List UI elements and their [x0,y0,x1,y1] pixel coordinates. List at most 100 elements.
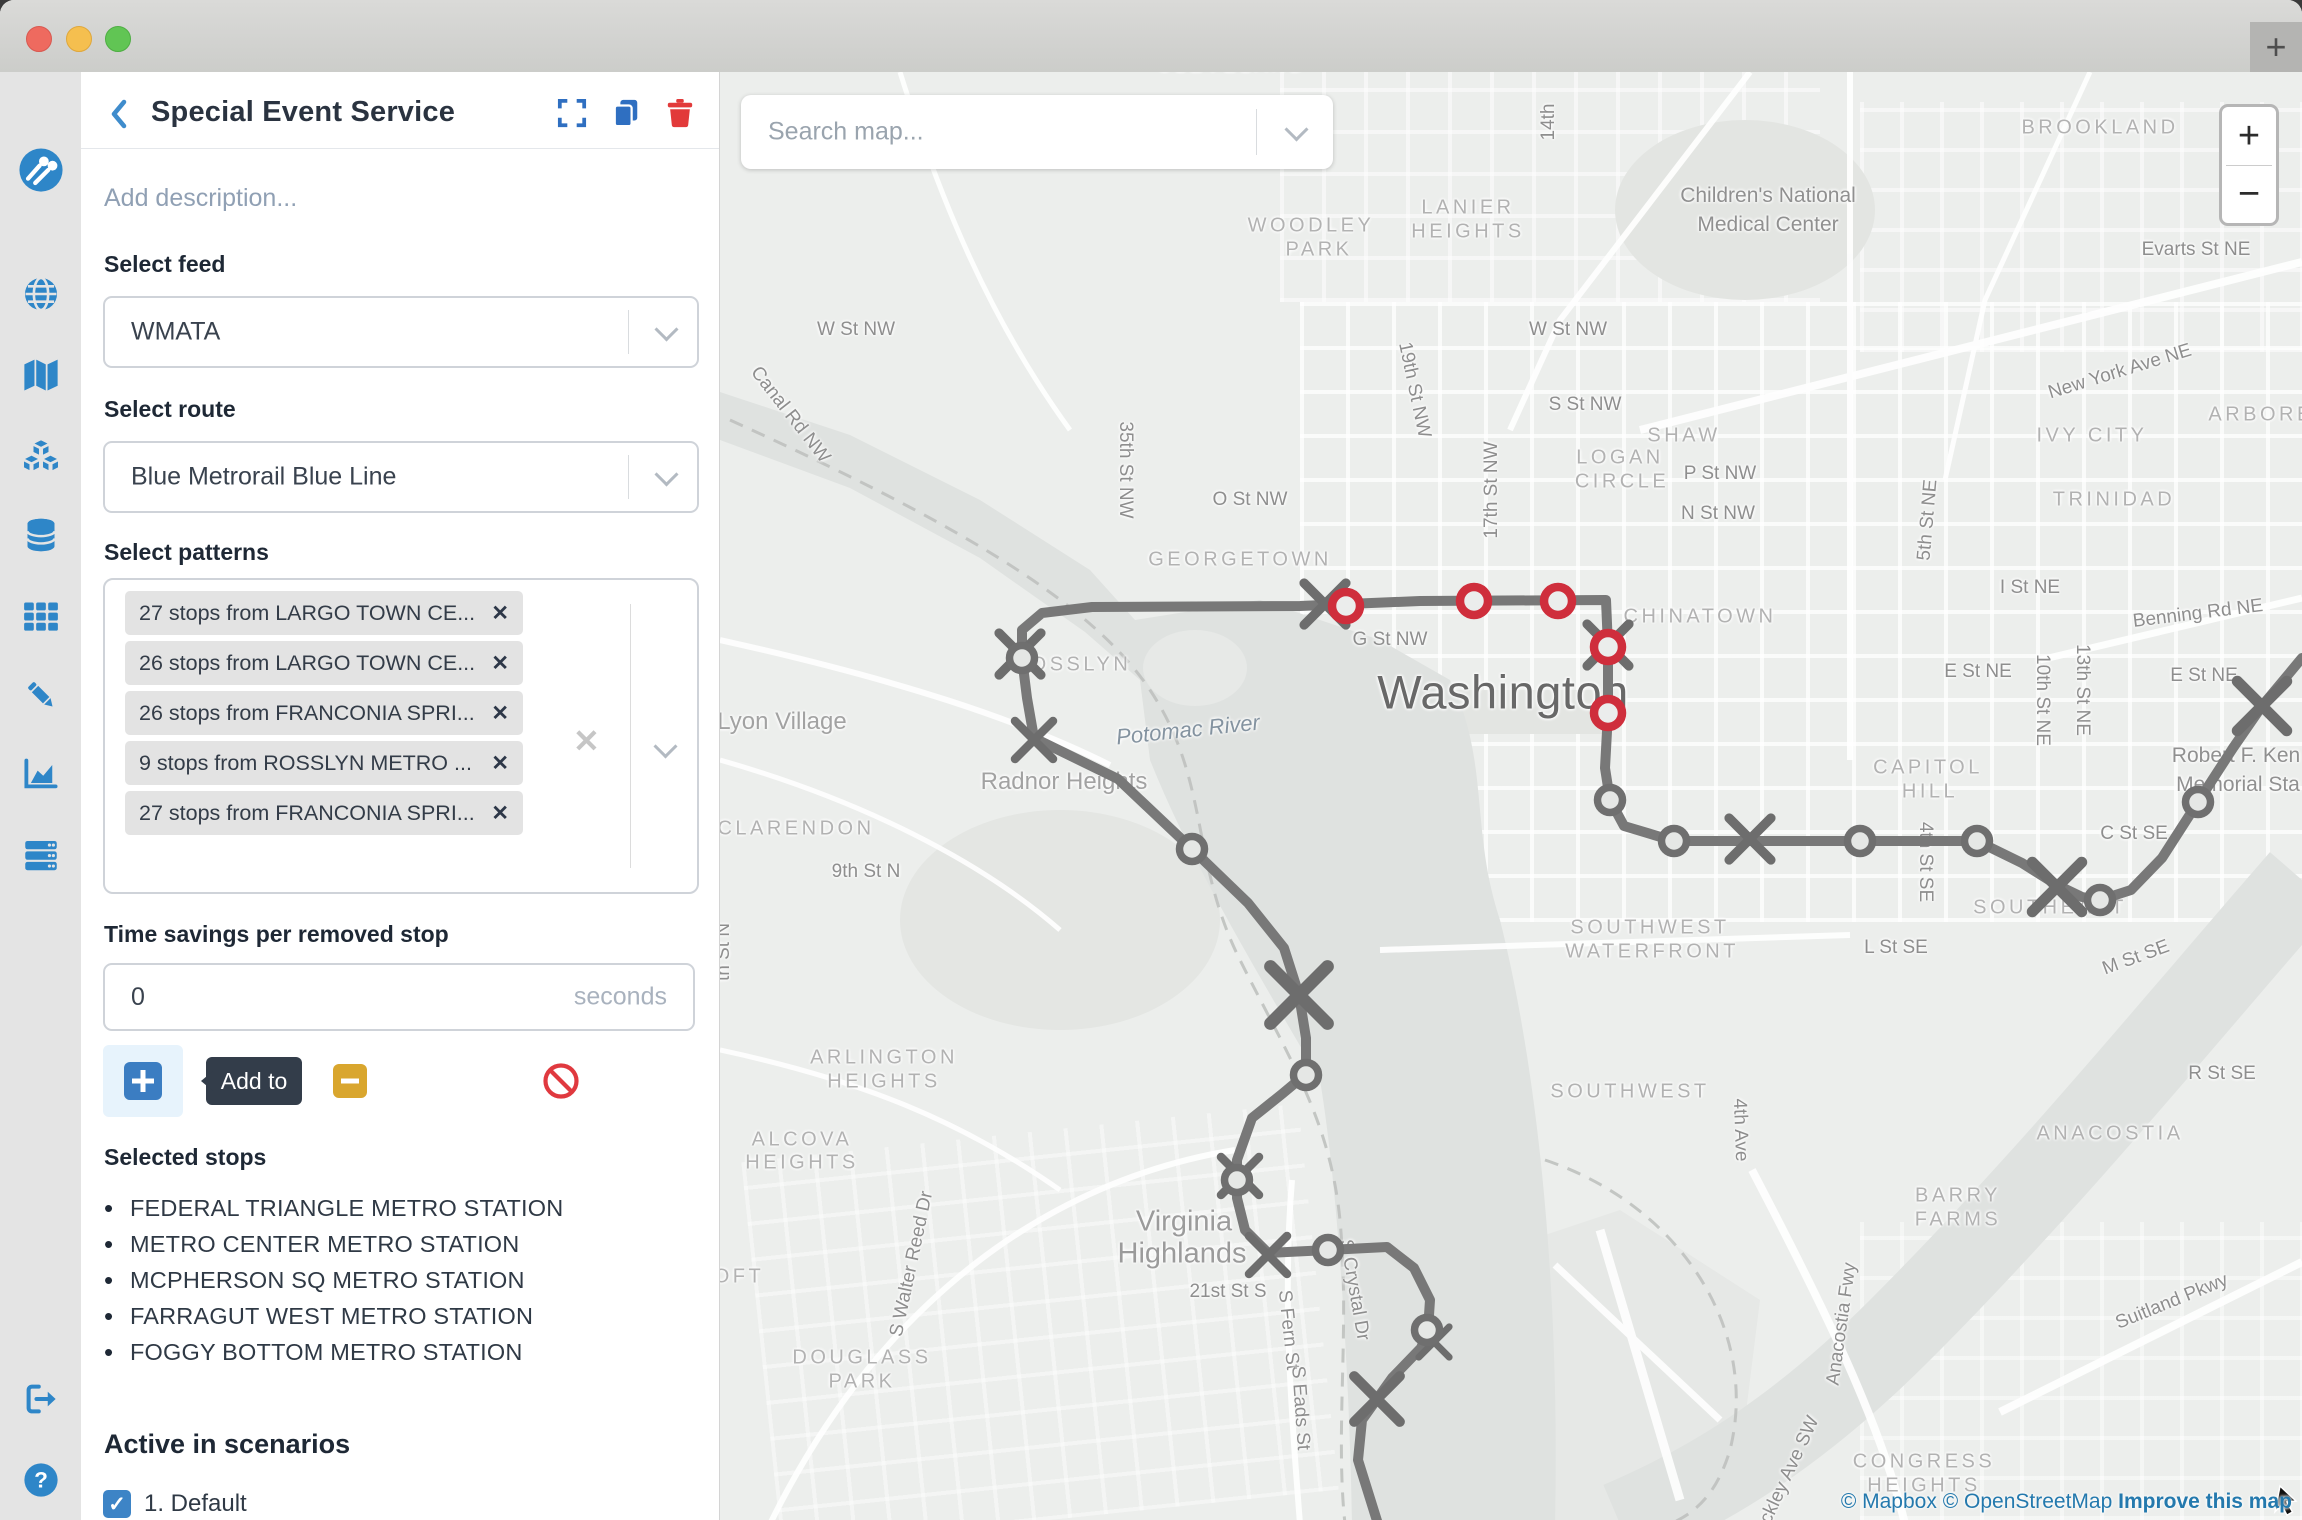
trash-icon[interactable] [662,95,698,131]
feed-value: WMATA [131,317,221,346]
svg-text:?: ? [34,1468,48,1493]
remove-pattern-icon[interactable]: ✕ [491,651,509,676]
zoom-out-button[interactable]: − [2222,165,2276,223]
area-chart-icon[interactable] [0,750,81,798]
globe-icon[interactable] [0,270,81,318]
route-stop[interactable] [1593,783,1627,817]
add-stops-button[interactable] [103,1045,183,1117]
selected-route-stop[interactable] [1539,582,1577,620]
description-placeholder[interactable]: Add description... [104,184,297,213]
route-stop[interactable] [1289,1058,1323,1092]
clear-all-icon[interactable]: ✕ [573,722,600,760]
pattern-tag-label: 26 stops from FRANCONIA SPRI... [139,700,475,725]
pattern-tag-label: 9 stops from ROSSLYN METRO ... [139,750,472,775]
clear-selection-button[interactable] [541,1061,581,1101]
scenario-label: 1. Default [144,1490,247,1517]
route-stop[interactable] [1960,824,1994,858]
select-patterns-label: Select patterns [104,539,269,565]
new-tab-button[interactable]: + [2250,22,2302,72]
expand-icon[interactable] [554,95,590,131]
logo-icon[interactable] [0,146,81,194]
map-canvas[interactable]: CLEVELAND14thBROOKLANDChildren's Nationa… [720,72,2302,1520]
removed-stop-x-icon[interactable] [1349,1371,1405,1427]
list-item: • FARRAGUT WEST METRO STATION [104,1298,699,1334]
mapbox-link[interactable]: © Mapbox [1841,1490,1937,1513]
map-attribution: © Mapbox © OpenStreetMap Improve this ma… [1841,1490,2292,1514]
bullet-icon: • [104,1192,114,1223]
pattern-tag[interactable]: 27 stops from LARGO TOWN CE... ✕ [125,591,523,635]
chevron-down-icon [654,462,679,487]
removed-stop-x-icon[interactable] [2026,856,2088,918]
route-stop[interactable] [2083,883,2117,917]
chevron-down-icon[interactable] [1284,117,1309,142]
pattern-tag[interactable]: 9 stops from ROSSLYN METRO ... ✕ [125,741,523,785]
selected-route-stop[interactable] [1327,587,1365,625]
route-stop[interactable] [1657,824,1691,858]
removed-stop-x-icon[interactable] [2231,675,2293,737]
scenario-checkbox[interactable] [103,1490,131,1518]
minimize-window-button[interactable] [66,26,92,52]
remove-stops-button[interactable] [333,1064,367,1098]
divider [81,148,719,149]
app-screenshot: + ? Special Event Service Add descriptio… [0,0,2302,1520]
route-stop[interactable] [2181,785,2215,819]
patterns-multiselect[interactable]: 27 stops from LARGO TOWN CE... ✕ 26 stops … [103,578,699,894]
select-feed-label: Select feed [104,251,226,277]
remove-pattern-icon[interactable]: ✕ [491,801,509,826]
remove-pattern-icon[interactable]: ✕ [491,751,509,776]
route-line[interactable] [1017,595,2302,1520]
remove-pattern-icon[interactable]: ✕ [491,701,509,726]
route-stop[interactable] [1175,832,1209,866]
zoom-in-button[interactable]: + [2222,107,2276,165]
help-icon[interactable]: ? [0,1456,81,1504]
server-icon[interactable] [0,831,81,879]
sign-out-icon[interactable] [0,1375,81,1423]
window-titlebar: + [0,0,2302,73]
selected-stop-name: FOGGY BOTTOM METRO STATION [130,1338,523,1365]
icon-sidebar: ? [0,72,81,1520]
zoom-window-button[interactable] [105,26,131,52]
route-stop[interactable] [1220,1163,1254,1197]
list-item: • FOGGY BOTTOM METRO STATION [104,1334,699,1370]
time-savings-label: Time savings per removed stop [104,921,449,947]
selected-route-stop[interactable] [1589,694,1627,732]
route-stop[interactable] [1410,1313,1444,1347]
grid-icon[interactable] [0,592,81,640]
list-item: • MCPHERSON SQ METRO STATION [104,1262,699,1298]
remove-pattern-icon[interactable]: ✕ [491,601,509,626]
back-button[interactable] [101,96,137,132]
feed-select[interactable]: WMATA [103,296,699,368]
pattern-tag-label: 27 stops from LARGO TOWN CE... [139,600,476,625]
selected-route-stop[interactable] [1589,628,1627,666]
selected-stops-label: Selected stops [104,1144,267,1170]
pattern-tag[interactable]: 26 stops from LARGO TOWN CE... ✕ [125,641,523,685]
chevron-down-icon[interactable] [653,734,678,759]
copy-icon[interactable] [608,95,644,131]
selected-route-stop[interactable] [1455,582,1493,620]
map-search-box[interactable]: Search map... [741,95,1333,169]
divider [628,455,629,499]
improve-map-link[interactable]: Improve this map [2118,1490,2292,1513]
pattern-tag[interactable]: 27 stops from FRANCONIA SPRI... ✕ [125,791,523,835]
page-title: Special Event Service [151,96,456,128]
time-savings-unit: seconds [573,982,667,1011]
close-window-button[interactable] [26,26,52,52]
app-window: + ? Special Event Service Add descriptio… [0,0,2302,1520]
chevron-down-icon [654,317,679,342]
route-stop[interactable] [1311,1233,1345,1267]
cubes-icon[interactable] [0,432,81,480]
list-item: • FEDERAL TRIANGLE METRO STATION [104,1190,699,1226]
map-icon[interactable] [0,351,81,399]
selected-stops-list: • FEDERAL TRIANGLE METRO STATION • METRO CE… [104,1190,699,1370]
osm-link[interactable]: © OpenStreetMap [1943,1490,2113,1513]
route-select[interactable]: Blue Metrorail Blue Line [103,441,699,513]
database-icon[interactable] [0,511,81,559]
bullet-icon: • [104,1336,114,1367]
route-value: Blue Metrorail Blue Line [131,462,397,491]
bullet-icon: • [104,1264,114,1295]
route-stop[interactable] [1005,641,1039,675]
route-stop[interactable] [1843,824,1877,858]
pattern-tag[interactable]: 26 stops from FRANCONIA SPRI... ✕ [125,691,523,735]
selected-stop-name: FEDERAL TRIANGLE METRO STATION [130,1194,564,1221]
pencil-icon[interactable] [0,671,81,719]
